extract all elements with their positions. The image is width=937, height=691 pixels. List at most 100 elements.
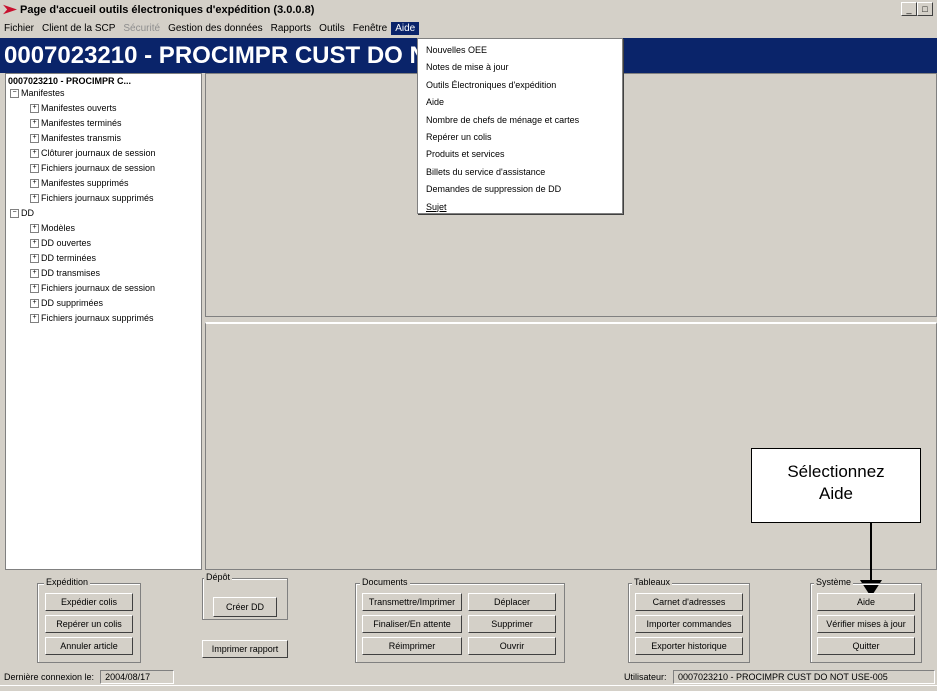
- menu-gestion-donnees[interactable]: Gestion des données: [164, 22, 267, 35]
- tree-node-label: Fichiers journaux supprimés: [41, 313, 154, 323]
- menu-item-demandes-suppression[interactable]: Demandes de suppression de DD: [418, 181, 622, 198]
- menu-item-aide[interactable]: Aide: [418, 94, 622, 111]
- expand-icon[interactable]: +: [30, 284, 39, 293]
- expand-icon[interactable]: +: [30, 299, 39, 308]
- taskbar-strip: [0, 685, 937, 691]
- menu-item-outils-electroniques[interactable]: Outils Électroniques d'expédition: [418, 77, 622, 94]
- exporter-historique-button[interactable]: Exporter historique: [635, 637, 743, 655]
- menu-bar: Fichier Client de la SCP Sécurité Gestio…: [0, 19, 937, 37]
- reperer-colis-button[interactable]: Repérer un colis: [45, 615, 133, 633]
- group-documents: Documents Transmettre/Imprimer Déplacer …: [355, 577, 565, 663]
- menu-aide[interactable]: Aide: [391, 21, 420, 35]
- tree-node[interactable]: + DD transmises: [6, 266, 201, 281]
- tree-node[interactable]: − Manifestes: [6, 86, 201, 101]
- callout-line-1: Sélectionnez: [787, 462, 885, 481]
- group-expedition: Expédition Expédier colis Repérer un col…: [37, 577, 141, 663]
- last-login-value: 2004/08/17: [100, 670, 175, 684]
- expedier-colis-button[interactable]: Expédier colis: [45, 593, 133, 611]
- collapse-icon[interactable]: −: [10, 89, 19, 98]
- menu-item-produits-services[interactable]: Produits et services: [418, 146, 622, 163]
- annuler-article-button[interactable]: Annuler article: [45, 637, 133, 655]
- importer-commandes-button[interactable]: Importer commandes: [635, 615, 743, 633]
- expand-icon[interactable]: +: [30, 104, 39, 113]
- content-pane-bottom: [205, 322, 937, 570]
- tree-node[interactable]: + Manifestes supprimés: [6, 176, 201, 191]
- tree-node[interactable]: + Manifestes terminés: [6, 116, 201, 131]
- quitter-button[interactable]: Quitter: [817, 637, 915, 655]
- reimprimer-button[interactable]: Réimprimer: [362, 637, 462, 655]
- tree-node-label: Clôturer journaux de session: [41, 148, 156, 158]
- tree-node-label: Manifestes transmis: [41, 133, 122, 143]
- expand-icon[interactable]: +: [30, 239, 39, 248]
- tree-node-label: DD transmises: [41, 268, 101, 278]
- menu-client-scp[interactable]: Client de la SCP: [38, 22, 119, 35]
- supprimer-button[interactable]: Supprimer: [468, 615, 556, 633]
- tree-node[interactable]: + DD supprimées: [6, 296, 201, 311]
- menu-rapports[interactable]: Rapports: [267, 22, 316, 35]
- tree-node[interactable]: − DD: [6, 206, 201, 221]
- creer-dd-button[interactable]: Créer DD: [213, 597, 277, 617]
- maximize-button[interactable]: □: [917, 2, 933, 16]
- tree-node-label: Manifestes ouverts: [41, 103, 117, 113]
- imprimer-rapport-button[interactable]: Imprimer rapport: [202, 640, 288, 658]
- tree-node-label: DD: [21, 208, 34, 218]
- tree-node[interactable]: + Manifestes ouverts: [6, 101, 201, 116]
- expand-icon[interactable]: +: [30, 179, 39, 188]
- menu-item-notes-mise-a-jour[interactable]: Notes de mise à jour: [418, 59, 622, 76]
- tree-node[interactable]: + Fichiers journaux supprimés: [6, 191, 201, 206]
- verifier-mises-a-jour-button[interactable]: Vérifier mises à jour: [817, 615, 915, 633]
- expand-icon[interactable]: +: [30, 134, 39, 143]
- group-tableaux: Tableaux Carnet d'adresses Importer comm…: [628, 577, 750, 663]
- tree-node[interactable]: + Clôturer journaux de session: [6, 146, 201, 161]
- carnet-adresses-button[interactable]: Carnet d'adresses: [635, 593, 743, 611]
- group-label-depot: Dépôt: [204, 572, 233, 582]
- tree-node[interactable]: + Fichiers journaux supprimés: [6, 311, 201, 326]
- user-value: 0007023210 - PROCIMPR CUST DO NOT USE-00…: [673, 670, 935, 684]
- tree-node-label: DD ouvertes: [41, 238, 92, 248]
- expand-icon[interactable]: +: [30, 269, 39, 278]
- menu-item-reperer-colis[interactable]: Repérer un colis: [418, 129, 622, 146]
- group-label-expedition: Expédition: [44, 577, 91, 587]
- expand-icon[interactable]: +: [30, 149, 39, 158]
- expand-icon[interactable]: +: [30, 314, 39, 323]
- aide-button[interactable]: Aide: [817, 593, 915, 611]
- menu-securite[interactable]: Sécurité: [119, 22, 164, 35]
- instruction-callout: Sélectionnez Aide: [751, 448, 921, 523]
- callout-line-2: Aide: [818, 484, 854, 503]
- collapse-icon[interactable]: −: [10, 209, 19, 218]
- canada-post-logo-icon: [3, 4, 17, 15]
- menu-item-chefs-menage[interactable]: Nombre de chefs de ménage et cartes: [418, 112, 622, 129]
- tree-node[interactable]: + DD terminées: [6, 251, 201, 266]
- deplacer-button[interactable]: Déplacer: [468, 593, 556, 611]
- expand-icon[interactable]: +: [30, 194, 39, 203]
- status-bar: Dernière connexion le: 2004/08/17 Utilis…: [0, 669, 937, 685]
- tree-root[interactable]: 0007023210 - PROCIMPR C...: [6, 74, 201, 86]
- transmettre-imprimer-button[interactable]: Transmettre/Imprimer: [362, 593, 462, 611]
- minimize-button[interactable]: _: [901, 2, 917, 16]
- finaliser-en-attente-button[interactable]: Finaliser/En attente: [362, 615, 462, 633]
- tree-node[interactable]: + Modèles: [6, 221, 201, 236]
- tree-node-label: DD terminées: [41, 253, 97, 263]
- menu-fenetre[interactable]: Fenêtre: [349, 22, 391, 35]
- tree-node-label: Modèles: [41, 223, 76, 233]
- user-label: Utilisateur:: [624, 672, 667, 682]
- help-menu-dropdown: Nouvelles OEE Notes de mise à jour Outil…: [417, 38, 623, 214]
- menu-outils[interactable]: Outils: [315, 22, 349, 35]
- tree-node-label: Fichiers journaux de session: [41, 283, 156, 293]
- ouvrir-button[interactable]: Ouvrir: [468, 637, 556, 655]
- tree-node[interactable]: + Manifestes transmis: [6, 131, 201, 146]
- tree-node[interactable]: + Fichiers journaux de session: [6, 281, 201, 296]
- expand-icon[interactable]: +: [30, 254, 39, 263]
- expand-icon[interactable]: +: [30, 164, 39, 173]
- expand-icon[interactable]: +: [30, 119, 39, 128]
- expand-icon[interactable]: +: [30, 224, 39, 233]
- tree-node-label: Manifestes terminés: [41, 118, 122, 128]
- menu-item-nouvelles-oee[interactable]: Nouvelles OEE: [418, 42, 622, 59]
- tree-node[interactable]: + Fichiers journaux de session: [6, 161, 201, 176]
- tree-node-label: Fichiers journaux supprimés: [41, 193, 154, 203]
- menu-item-sujet[interactable]: Sujet: [418, 199, 622, 216]
- tree-node-label: Fichiers journaux de session: [41, 163, 156, 173]
- tree-node[interactable]: + DD ouvertes: [6, 236, 201, 251]
- menu-fichier[interactable]: Fichier: [0, 22, 38, 35]
- menu-item-billets-assistance[interactable]: Billets du service d'assistance: [418, 164, 622, 181]
